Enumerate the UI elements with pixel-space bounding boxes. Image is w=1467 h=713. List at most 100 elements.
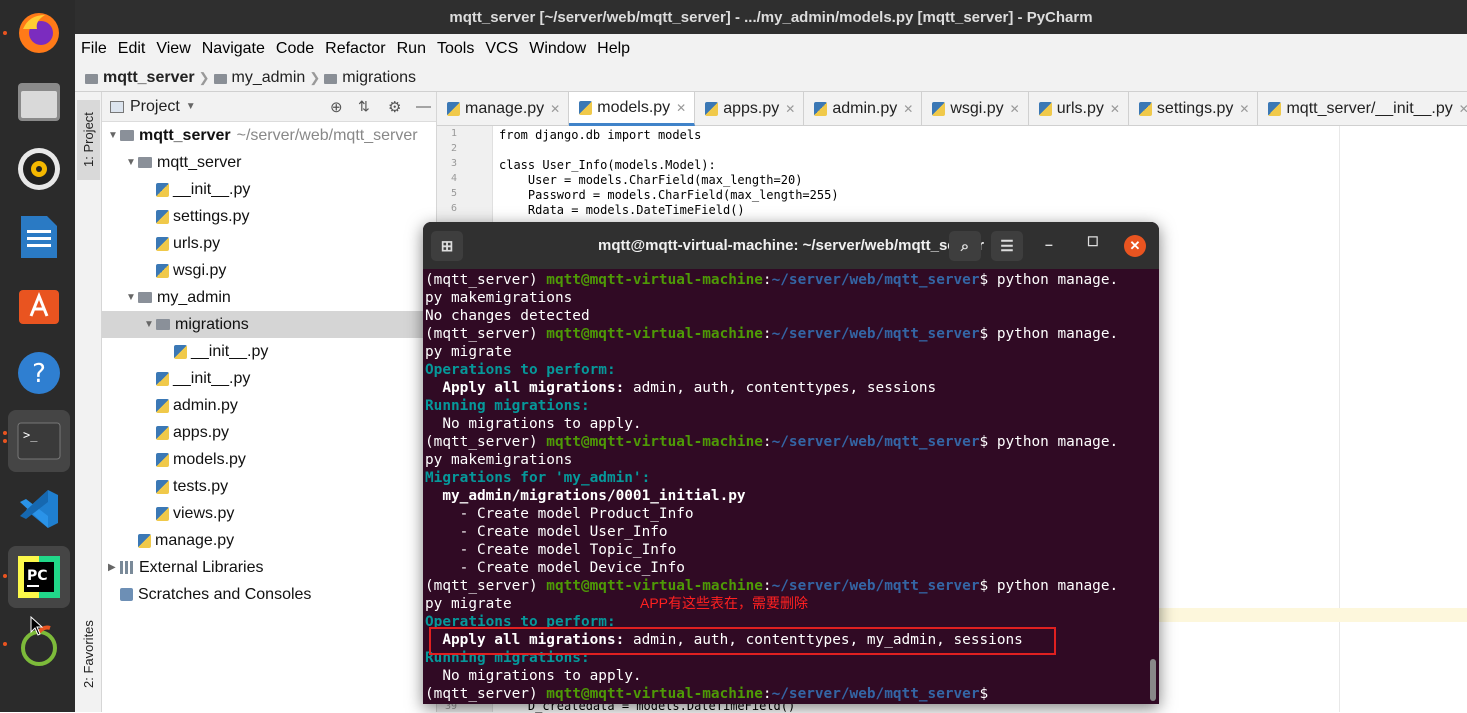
terminal-line: No migrations to apply. — [425, 415, 1159, 433]
tree-item-label: my_admin — [157, 288, 231, 306]
menu-edit[interactable]: Edit — [118, 40, 146, 58]
close-tab-icon[interactable]: ✕ — [550, 102, 560, 116]
collapse-arrow-icon[interactable]: ▼ — [144, 319, 156, 330]
editor-tab[interactable]: models.py ✕ — [569, 92, 696, 126]
output-text: No migrations to apply. — [425, 668, 642, 684]
menu-vcs[interactable]: VCS — [485, 40, 518, 58]
menu-code[interactable]: Code — [276, 40, 314, 58]
vscode-icon[interactable] — [8, 478, 70, 540]
close-tab-icon[interactable]: ✕ — [1459, 102, 1467, 116]
tree-item[interactable]: admin.py — [102, 392, 437, 419]
software-center-icon[interactable] — [8, 274, 70, 336]
editor-tab-label: wsgi.py — [950, 100, 1004, 117]
menu-run[interactable]: Run — [397, 40, 426, 58]
menu-refactor[interactable]: Refactor — [325, 40, 385, 58]
collapse-arrow-icon[interactable]: ▼ — [126, 157, 138, 168]
help-icon[interactable]: ? — [8, 342, 70, 404]
tab-favorites-tool[interactable]: 2: Favorites — [77, 604, 100, 704]
tab-project-tool[interactable]: 1: Project — [77, 100, 100, 180]
tree-item[interactable]: __init__.py — [102, 365, 437, 392]
tree-item[interactable]: ▼ mqtt_server ~/server/web/mqtt_server — [102, 122, 437, 149]
tree-item[interactable]: views.py — [102, 500, 437, 527]
menu-file[interactable]: File — [81, 40, 107, 58]
close-tab-icon[interactable]: ✕ — [1239, 102, 1249, 116]
breadcrumb-migrations[interactable]: migrations — [342, 69, 416, 87]
prompt-path: ~/server/web/mqtt_server — [771, 686, 980, 702]
tree-item[interactable]: wsgi.py — [102, 257, 437, 284]
collapse-arrow-icon[interactable]: ▼ — [126, 292, 138, 303]
close-tab-icon[interactable]: ✕ — [785, 102, 795, 116]
menu-tools[interactable]: Tools — [437, 40, 474, 58]
editor-tab[interactable]: manage.py ✕ — [437, 92, 570, 126]
python-file-icon — [174, 344, 187, 359]
collapse-all-icon[interactable]: ⇅ — [358, 98, 370, 115]
editor-tab[interactable]: settings.py ✕ — [1129, 92, 1259, 126]
dropdown-arrow-icon[interactable]: ▼ — [186, 101, 196, 112]
folder-icon — [324, 73, 338, 84]
code-line-1: from django.db import models — [499, 128, 702, 142]
breadcrumb-root[interactable]: mqtt_server — [103, 69, 195, 87]
tree-item[interactable]: Scratches and Consoles — [102, 581, 437, 608]
tree-item-label: migrations — [175, 315, 249, 333]
editor-tab[interactable]: wsgi.py ✕ — [922, 92, 1029, 126]
menu-view[interactable]: View — [156, 40, 190, 58]
gear-icon[interactable]: ⚙ — [388, 98, 401, 116]
tree-item[interactable]: ▼ my_admin — [102, 284, 437, 311]
tree-item[interactable]: ▼ mqtt_server — [102, 149, 437, 176]
editor-tab[interactable]: mqtt_server/__init__.py ✕ — [1258, 92, 1467, 126]
firefox-icon[interactable] — [8, 2, 70, 64]
close-tab-icon[interactable]: ✕ — [903, 102, 913, 116]
prompt-path: ~/server/web/mqtt_server — [771, 326, 980, 342]
prompt-path: ~/server/web/mqtt_server — [771, 578, 980, 594]
tree-item[interactable]: ▼ migrations — [102, 311, 437, 338]
prompt-user: mqtt@mqtt-virtual-machine — [546, 686, 763, 702]
hide-icon[interactable]: — — [416, 98, 431, 115]
tree-item-label: mqtt_server — [157, 153, 242, 171]
breadcrumb-my-admin[interactable]: my_admin — [232, 69, 306, 87]
pycharm-icon[interactable]: PC — [8, 546, 70, 608]
prompt-user: mqtt@mqtt-virtual-machine — [546, 326, 763, 342]
new-tab-icon[interactable]: ⊞ — [431, 231, 463, 261]
line-number: 3 — [450, 158, 457, 169]
hamburger-menu-icon[interactable]: ☰ — [991, 231, 1023, 261]
terminal-header: ⊞ mqtt@mqtt-virtual-machine: ~/server/we… — [423, 222, 1159, 269]
search-icon[interactable]: ⌕ — [949, 231, 981, 261]
project-view-selector[interactable]: Project — [130, 98, 180, 116]
editor-tab[interactable]: apps.py ✕ — [695, 92, 805, 126]
tree-item[interactable]: ▶ External Libraries — [102, 554, 437, 581]
close-tab-icon[interactable]: ✕ — [676, 101, 686, 115]
editor-tab[interactable]: admin.py ✕ — [804, 92, 923, 126]
close-icon[interactable]: ✕ — [1124, 235, 1146, 257]
close-tab-icon[interactable]: ✕ — [1010, 102, 1020, 116]
locate-icon[interactable]: ⊕ — [330, 98, 343, 116]
menu-window[interactable]: Window — [529, 40, 586, 58]
tree-item[interactable]: apps.py — [102, 419, 437, 446]
maximize-icon[interactable]: ☐ — [1087, 234, 1099, 250]
prompt-env: (mqtt_server) — [425, 272, 547, 288]
collapse-arrow-icon[interactable]: ▼ — [108, 130, 120, 141]
menu-navigate[interactable]: Navigate — [202, 40, 265, 58]
close-tab-icon[interactable]: ✕ — [1110, 102, 1120, 116]
rhythmbox-icon[interactable] — [8, 138, 70, 200]
tree-item[interactable]: models.py — [102, 446, 437, 473]
prompt-path: ~/server/web/mqtt_server — [771, 272, 980, 288]
terminal-scrollbar[interactable] — [1150, 659, 1156, 701]
tree-item[interactable]: manage.py — [102, 527, 437, 554]
tree-item[interactable]: settings.py — [102, 203, 437, 230]
tree-item[interactable]: tests.py — [102, 473, 437, 500]
menu-help[interactable]: Help — [597, 40, 630, 58]
python-file-icon — [156, 479, 169, 494]
expand-arrow-icon[interactable]: ▶ — [108, 562, 120, 573]
minimize-icon[interactable]: – — [1045, 236, 1053, 252]
tree-item-label: manage.py — [155, 531, 235, 549]
terminal-icon[interactable]: >_ — [8, 410, 70, 472]
tree-item[interactable]: __init__.py — [102, 176, 437, 203]
tree-item[interactable]: urls.py — [102, 230, 437, 257]
files-icon[interactable] — [8, 70, 70, 132]
editor-tab[interactable]: urls.py ✕ — [1029, 92, 1129, 126]
python-file-icon — [156, 236, 169, 251]
code-line-6: Rdata = models.DateTimeField() — [499, 203, 745, 217]
tree-item[interactable]: __init__.py — [102, 338, 437, 365]
libreoffice-writer-icon[interactable] — [8, 206, 70, 268]
output-text: py makemigrations — [425, 452, 573, 468]
